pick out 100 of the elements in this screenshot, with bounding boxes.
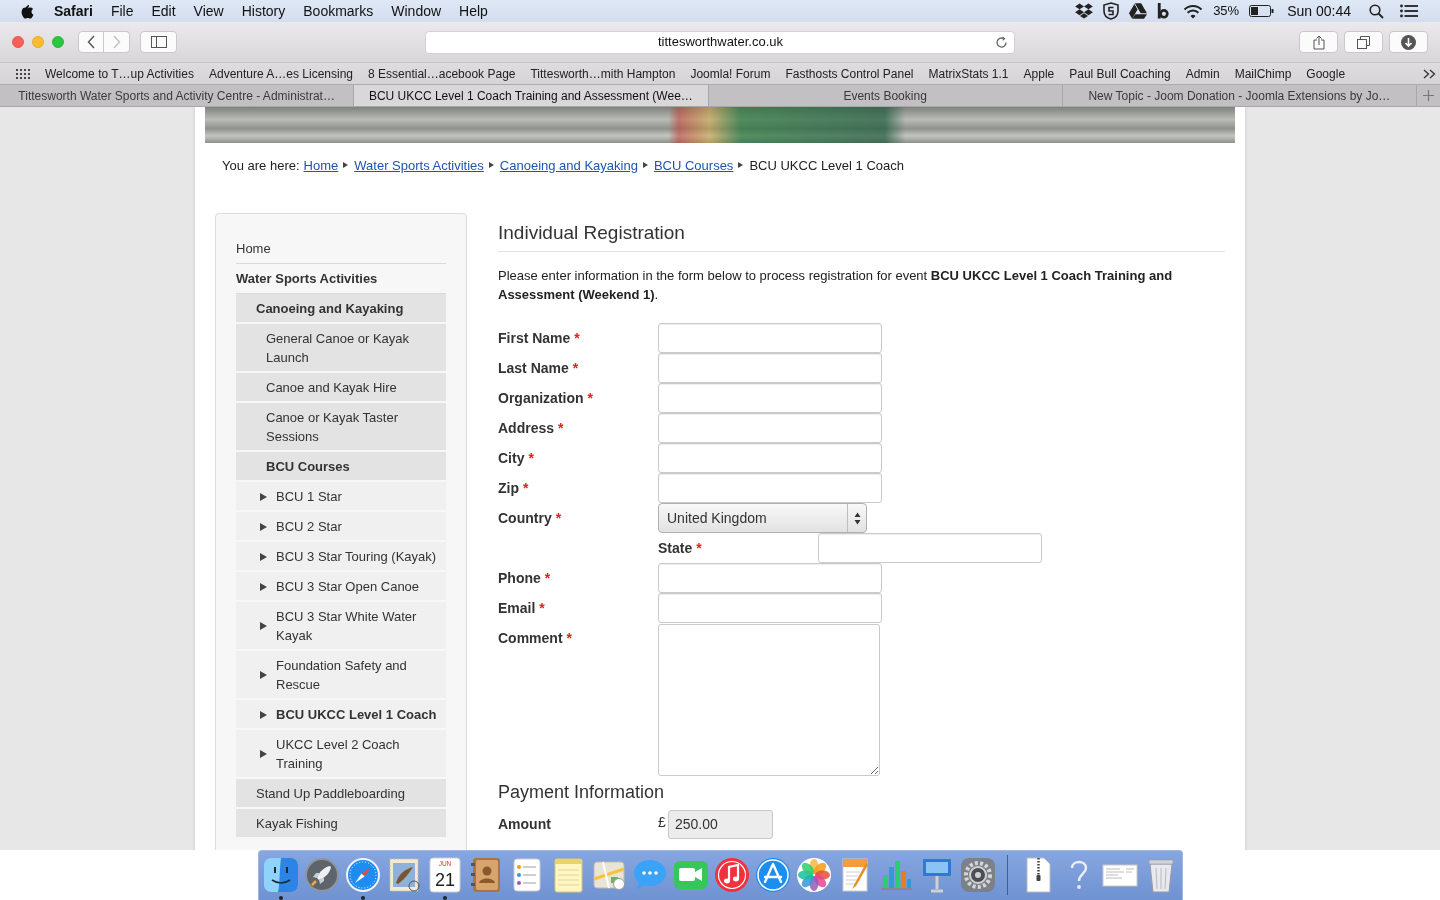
- wifi-icon[interactable]: [1183, 3, 1204, 19]
- dropdown-field[interactable]: United Kingdom: [658, 503, 867, 533]
- bookmark-link[interactable]: Joomla! Forum: [690, 64, 771, 83]
- bookmark-link[interactable]: Welcome to T…up Activities: [45, 64, 194, 83]
- sidebar-item[interactable]: Canoeing and Kayaking: [236, 294, 446, 324]
- caret-right-icon: [343, 162, 349, 168]
- menu-item[interactable]: Edit: [151, 0, 176, 22]
- shield-icon[interactable]: [1103, 2, 1120, 20]
- field-label: Organization *: [498, 388, 593, 408]
- menu-item[interactable]: View: [193, 0, 224, 22]
- menu-item[interactable]: History: [241, 0, 286, 22]
- search-icon[interactable]: [1369, 3, 1384, 19]
- menu-item[interactable]: Help: [459, 0, 488, 22]
- zoom-window-icon[interactable]: [52, 36, 64, 48]
- sidebar-item[interactable]: Stand Up Paddleboarding: [236, 779, 446, 809]
- text-input-field[interactable]: [658, 563, 882, 593]
- share-icon: [1312, 34, 1325, 50]
- sidebar-item[interactable]: General Canoe or Kayak Launch: [236, 324, 446, 373]
- up-down-arrows-icon: [853, 511, 861, 525]
- field-label: First Name *: [498, 328, 580, 348]
- bookmark-link[interactable]: Fasthosts Control Panel: [785, 64, 914, 83]
- double-chevron-icon[interactable]: [1423, 68, 1436, 79]
- menu-item[interactable]: Bookmarks: [303, 0, 374, 22]
- apple-icon[interactable]: [20, 2, 34, 20]
- sidebar-button[interactable]: [140, 31, 177, 53]
- downloads-button[interactable]: [1389, 31, 1428, 53]
- clock[interactable]: Sun 00:44: [1287, 0, 1351, 22]
- caret-right-icon: [260, 492, 267, 501]
- sidebar-item[interactable]: Kayak Fishing: [236, 809, 446, 839]
- field-label: State *: [658, 538, 702, 558]
- textarea-field[interactable]: [658, 624, 880, 776]
- caret-right-icon: [738, 162, 744, 168]
- share-button[interactable]: [1299, 31, 1338, 53]
- sidebar-item[interactable]: BCU 2 Star: [236, 512, 446, 542]
- section-title: Payment Information: [498, 781, 666, 803]
- sidebar-item[interactable]: UKCC Level 2 Coach Training: [236, 730, 446, 779]
- form-title: Individual Registration: [498, 221, 1225, 252]
- overlapping-squares-icon: [1357, 35, 1370, 49]
- back-button[interactable]: [78, 31, 104, 53]
- text-input-field[interactable]: [658, 383, 882, 413]
- caret-right-icon: [260, 522, 267, 531]
- sidebar-item[interactable]: BCU UKCC Level 1 Coach: [236, 700, 446, 730]
- bookmark-link[interactable]: Admin: [1185, 64, 1220, 83]
- field-label: Phone *: [498, 568, 551, 588]
- sidebar-item[interactable]: Canoe and Kayak Hire: [236, 373, 446, 403]
- field-label: Country *: [498, 508, 562, 528]
- plus-icon[interactable]: [1423, 90, 1434, 101]
- browser-tab[interactable]: Events Booking: [708, 85, 1063, 106]
- grid-icon[interactable]: [16, 68, 30, 79]
- tabs-overview-button[interactable]: [1344, 31, 1383, 53]
- minimize-window-icon[interactable]: [32, 36, 44, 48]
- text-input-field[interactable]: [658, 323, 882, 353]
- download-icon: [1401, 34, 1416, 50]
- breadcrumb-link[interactable]: Canoeing and Kayaking: [499, 157, 638, 174]
- text-input-field[interactable]: [658, 353, 882, 383]
- breadcrumb-link[interactable]: BCU Courses: [653, 157, 734, 174]
- breadcrumb-link[interactable]: Water Sports Activities: [354, 157, 484, 174]
- sidebar-item[interactable]: BCU 3 Star White Water Kayak: [236, 602, 446, 651]
- intro-text: Please enter information in the form below to process registration for event BCU UKCC Level 1 Coach Training and Assessment (Weekend 1).: [498, 267, 1174, 304]
- bookmark-link[interactable]: Google: [1306, 64, 1346, 83]
- sidebar-item[interactable]: BCU 1 Star: [236, 482, 446, 512]
- caret-right-icon: [260, 710, 267, 719]
- menu-item[interactable]: Window: [391, 0, 442, 22]
- menu-item[interactable]: File: [110, 0, 134, 22]
- browser-tab[interactable]: New Topic - Joom Donation - Joomla Extensions by Jo…: [1062, 85, 1417, 106]
- bookmark-link[interactable]: 8 Essential…acebook Page: [368, 64, 516, 83]
- text-input-field[interactable]: [658, 413, 882, 443]
- address-field[interactable]: tittesworthwater.co.uk: [425, 30, 1015, 54]
- amount-field[interactable]: 250.00: [668, 809, 773, 839]
- sidebar-item[interactable]: BCU Courses: [236, 452, 446, 482]
- bookmark-link[interactable]: MatrixStats 1.1: [928, 64, 1009, 83]
- breadcrumb-link[interactable]: Home: [303, 157, 339, 174]
- text-input-field[interactable]: [658, 443, 882, 473]
- browser-tab[interactable]: BCU UKCC Level 1 Coach Training and Assessment (Wee…: [354, 85, 709, 106]
- breadcrumb-prefix: You are here:: [222, 157, 300, 174]
- bookmark-link[interactable]: MailChimp: [1234, 64, 1292, 83]
- sidebar-item[interactable]: BCU 3 Star Touring (Kayak): [236, 542, 446, 572]
- letter-b-icon[interactable]: [1157, 3, 1170, 19]
- caret-right-icon: [488, 162, 494, 168]
- caret-right-icon: [642, 162, 648, 168]
- bookmark-link[interactable]: Adventure A…es Licensing: [208, 64, 354, 83]
- diamonds-icon[interactable]: [1075, 3, 1094, 19]
- bookmark-link[interactable]: Paul Bull Coaching: [1069, 64, 1171, 83]
- reload-icon[interactable]: [995, 35, 1008, 49]
- sidebar-item[interactable]: BCU 3 Star Open Canoe: [236, 572, 446, 602]
- close-window-icon[interactable]: [12, 36, 24, 48]
- list-icon[interactable]: [1400, 4, 1418, 18]
- caret-right-icon: [260, 622, 267, 630]
- sidebar-item[interactable]: Home: [236, 234, 446, 264]
- app-menu[interactable]: Safari: [54, 0, 93, 22]
- sidebar-item[interactable]: Foundation Safety and Rescue: [236, 651, 446, 700]
- sidebar-item[interactable]: Canoe or Kayak Taster Sessions: [236, 403, 446, 452]
- field-label: Address *: [498, 418, 564, 438]
- battery-icon[interactable]: [1249, 5, 1275, 17]
- triangle-logo-icon[interactable]: [1129, 3, 1148, 19]
- bookmark-link[interactable]: Tittesworth…mith Hampton: [530, 64, 676, 83]
- text-input-field[interactable]: [658, 593, 882, 623]
- bookmark-link[interactable]: Apple: [1023, 64, 1055, 83]
- text-input-field[interactable]: [818, 533, 1042, 563]
- text-input-field[interactable]: [658, 473, 882, 503]
